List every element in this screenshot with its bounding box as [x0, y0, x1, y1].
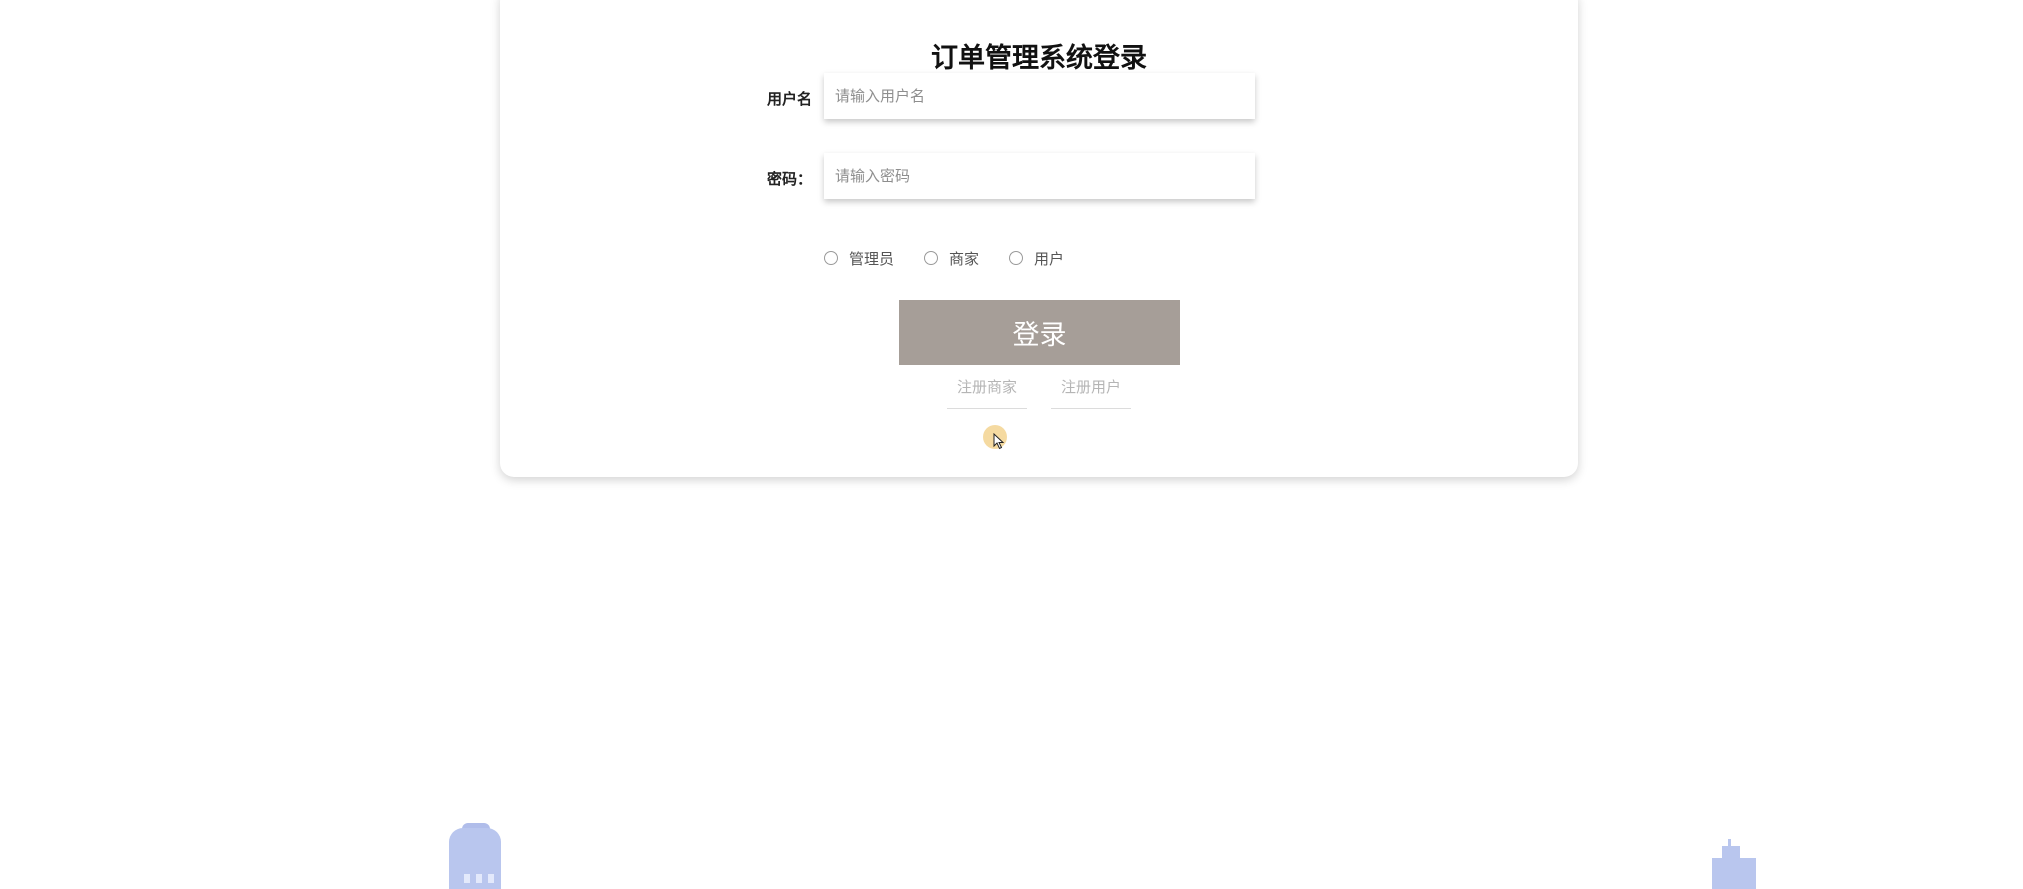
- role-option-merchant[interactable]: 商家: [924, 248, 979, 269]
- building-window: [464, 874, 470, 883]
- user-radio[interactable]: [1009, 251, 1024, 265]
- role-radio-group: 管理员 商家 用户: [824, 246, 1094, 270]
- admin-radio-label: 管理员: [849, 249, 895, 268]
- user-radio-label: 用户: [1034, 249, 1065, 268]
- admin-radio[interactable]: [824, 251, 838, 265]
- role-option-admin[interactable]: 管理员: [824, 248, 894, 269]
- merchant-radio[interactable]: [924, 251, 939, 265]
- register-user-link[interactable]: 注册用户: [1051, 366, 1131, 409]
- building-window: [476, 874, 482, 883]
- username-label: 用户名: [767, 90, 813, 108]
- building-window: [488, 874, 494, 883]
- building-right-illustration: [1712, 858, 1756, 889]
- mouse-cursor-icon: [983, 425, 1009, 451]
- password-label: 密码：: [767, 170, 813, 188]
- username-input[interactable]: [824, 73, 1255, 119]
- login-card: 订单管理系统登录 用户名 密码： 管理员 商家 用户 登录 注册商家 注册用户: [500, 0, 1578, 477]
- login-button[interactable]: 登录: [899, 300, 1180, 365]
- register-merchant-link[interactable]: 注册商家: [947, 366, 1027, 409]
- password-input[interactable]: [824, 153, 1255, 199]
- login-page: 订单管理系统登录 用户名 密码： 管理员 商家 用户 登录 注册商家 注册用户: [0, 0, 2023, 889]
- merchant-radio-label: 商家: [949, 249, 980, 268]
- page-title: 订单管理系统登录: [931, 43, 1147, 74]
- role-option-user[interactable]: 用户: [1009, 248, 1064, 269]
